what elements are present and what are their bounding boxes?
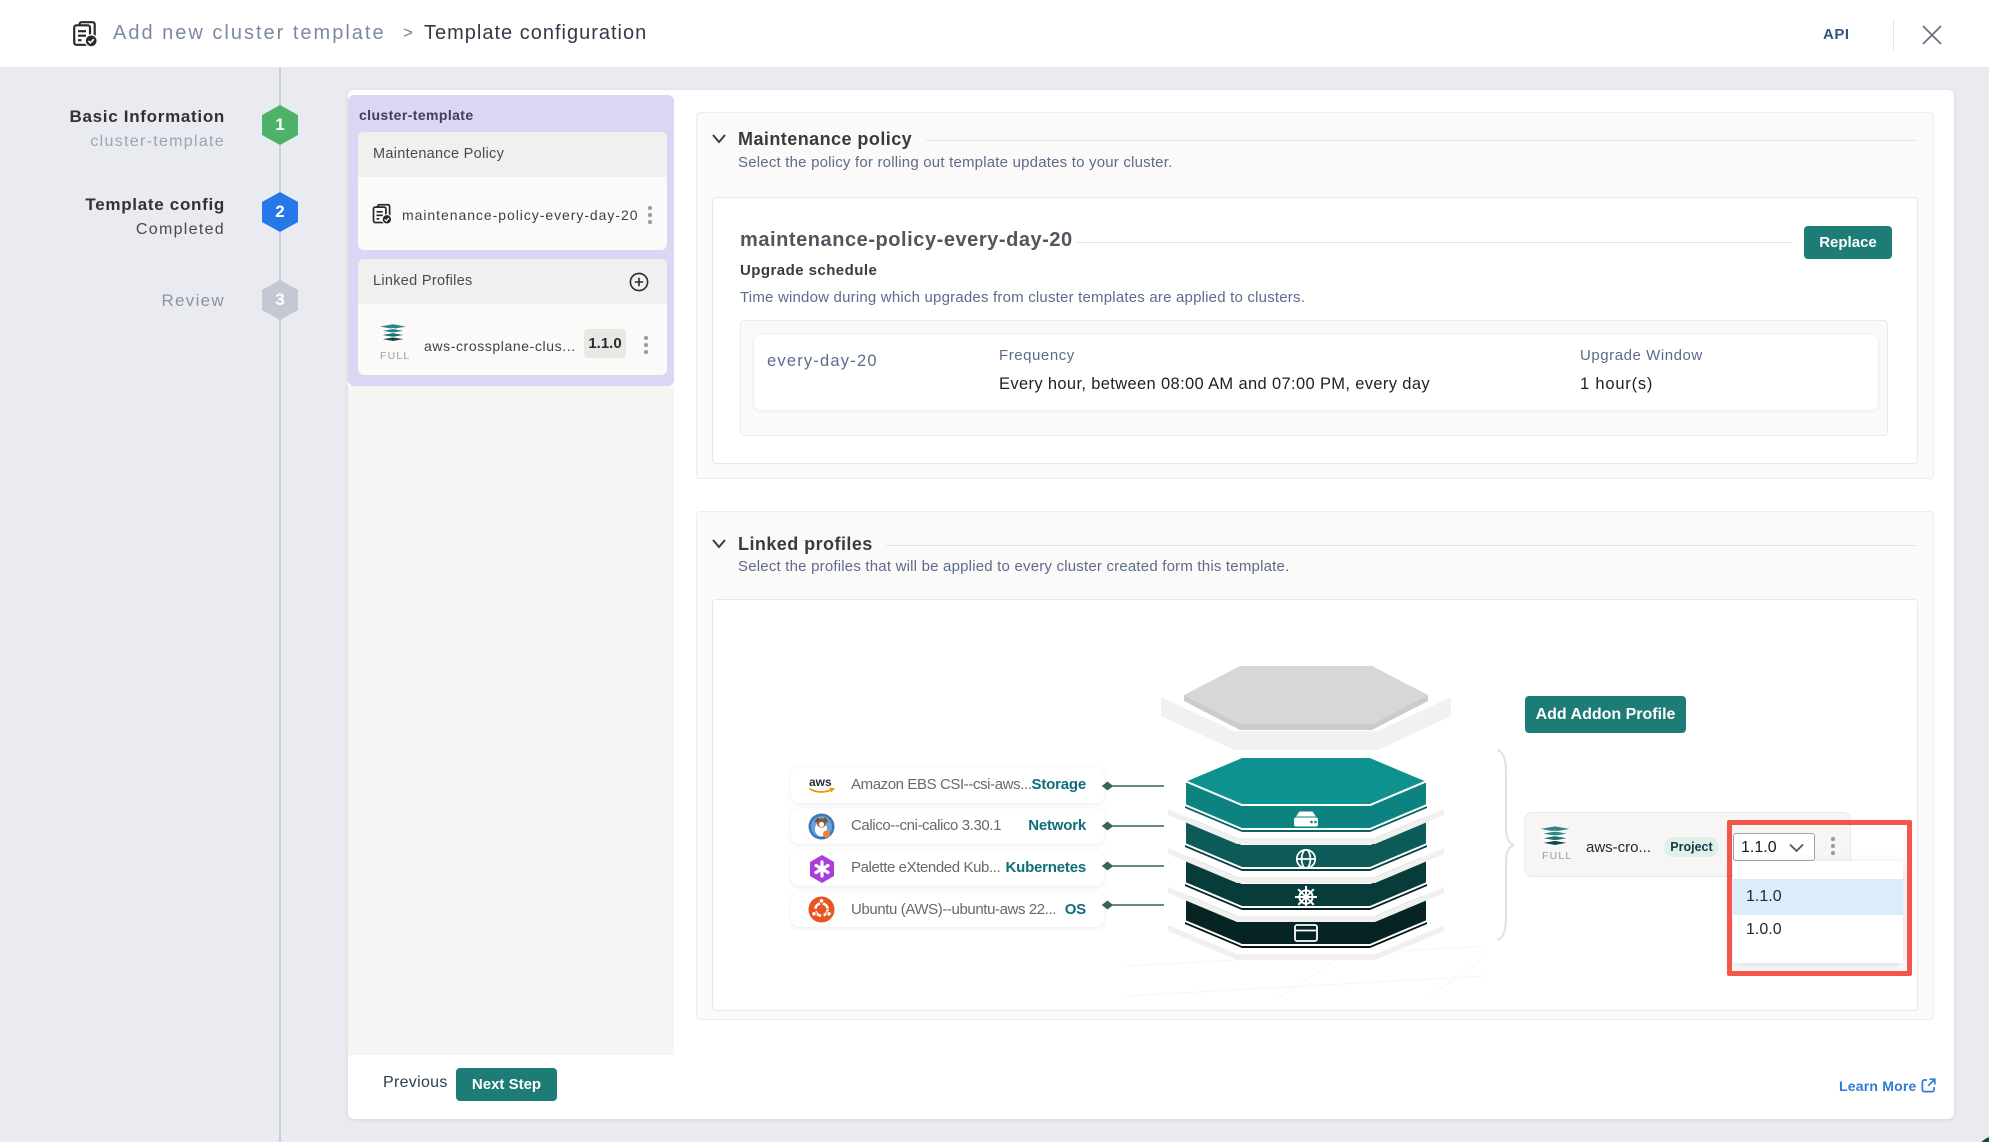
svg-text:aws: aws	[809, 775, 832, 789]
